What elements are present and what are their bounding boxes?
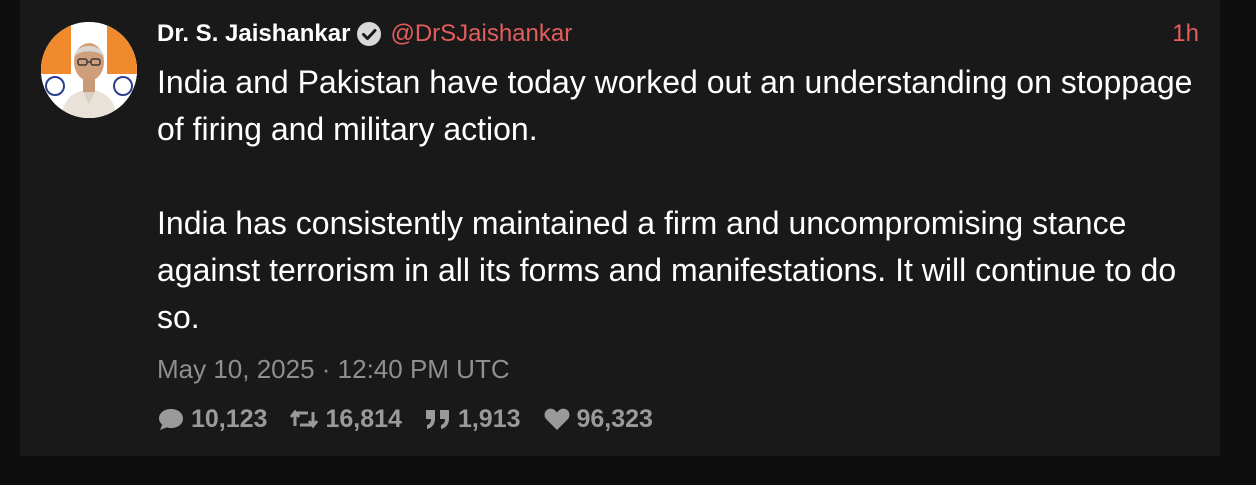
comment-bubble-icon (157, 406, 185, 432)
tweet-card: Dr. S. Jaishankar @DrSJaishankar 1h Indi… (20, 0, 1220, 456)
heart-icon (543, 406, 571, 432)
tweet-text: India and Pakistan have today worked out… (157, 59, 1202, 341)
quotes-stat[interactable]: 1,913 (424, 405, 521, 434)
replies-stat[interactable]: 10,123 (157, 405, 267, 434)
quotes-count: 1,913 (457, 404, 521, 433)
likes-stat[interactable]: 96,323 (543, 405, 653, 434)
author-handle[interactable]: @DrSJaishankar (390, 20, 572, 48)
engagement-stats: 10,123 16,814 1,913 96,323 (157, 402, 675, 436)
verified-badge-icon (356, 21, 382, 47)
relative-time[interactable]: 1h (1172, 18, 1199, 50)
tweet-timestamp[interactable]: May 10, 2025 · 12:40 PM UTC (157, 352, 510, 386)
likes-count: 96,323 (576, 404, 653, 433)
tweet-paragraph: India and Pakistan have today worked out… (157, 64, 1193, 147)
replies-count: 10,123 (191, 404, 268, 433)
retweets-stat[interactable]: 16,814 (289, 404, 402, 434)
retweet-icon (289, 406, 319, 432)
avatar-photo (41, 22, 137, 118)
tweet-header: Dr. S. Jaishankar @DrSJaishankar (157, 18, 572, 50)
avatar[interactable] (41, 22, 137, 118)
quote-icon (424, 406, 452, 432)
retweets-count: 16,814 (325, 404, 402, 433)
tweet-paragraph: India has consistently maintained a firm… (157, 205, 1177, 335)
author-name[interactable]: Dr. S. Jaishankar (157, 20, 350, 48)
